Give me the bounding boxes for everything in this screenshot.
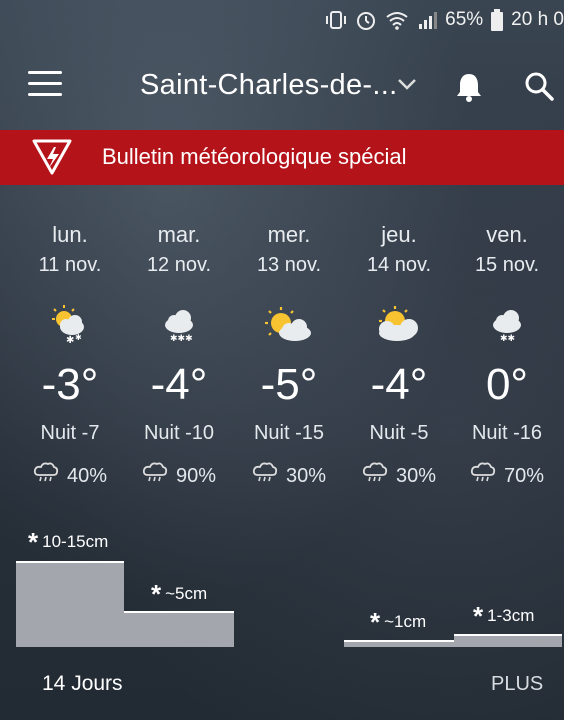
- snow-amount-text: 10-15cm: [42, 532, 109, 551]
- precipitation: 70%: [452, 462, 562, 490]
- night-temperature: Nuit -7: [40, 422, 100, 444]
- rain-cloud-icon: [252, 462, 278, 490]
- wifi-icon: [385, 10, 409, 30]
- svg-text:✱: ✱: [75, 333, 82, 342]
- cloud-snow-icon: ✱✱✱: [124, 290, 234, 360]
- precipitation-probability: 90%: [175, 464, 217, 487]
- sun-cloud-icon: [344, 290, 454, 360]
- day-date: 15 nov.: [474, 254, 540, 276]
- app-bar: Saint-Charles-de-...: [0, 55, 564, 117]
- day-temperature: -4°: [370, 360, 428, 409]
- snowflake-icon: *: [473, 601, 484, 631]
- precipitation: 90%: [124, 462, 234, 490]
- snow-amount-text: ~5cm: [165, 584, 208, 603]
- precipitation-probability: 40%: [66, 464, 108, 487]
- snow-amount-label: * ~5cm: [151, 579, 208, 609]
- day-date: 11 nov.: [38, 254, 102, 276]
- rain-cloud-icon: [33, 462, 59, 490]
- day-temperature: -4°: [150, 360, 208, 409]
- search-icon[interactable]: [524, 71, 554, 106]
- day-column[interactable]: lun. 11 nov. ✱ ✱ -3° Nuit -7 40%: [15, 222, 125, 490]
- day-column[interactable]: mer. 13 nov. -5° Nuit -15 30%: [234, 222, 344, 490]
- precipitation: 40%: [15, 462, 125, 490]
- vibrate-icon: [325, 9, 347, 31]
- snowflake-icon: *: [151, 579, 162, 609]
- precipitation: 30%: [234, 462, 344, 490]
- snow-bar: [454, 635, 562, 647]
- svg-text:✱✱: ✱✱: [500, 333, 515, 343]
- signal-icon: [417, 10, 438, 30]
- day-temperature: 0°: [485, 360, 529, 409]
- precipitation-probability: 70%: [503, 464, 545, 487]
- night-temperature: Nuit -10: [143, 422, 215, 444]
- day-temperature: -5°: [260, 360, 318, 409]
- warning-shield-icon: [30, 137, 74, 182]
- day-date: 14 nov.: [366, 254, 432, 276]
- snow-bar: [16, 562, 124, 647]
- day-name: lun.: [52, 222, 88, 247]
- snow-bar: [124, 612, 234, 647]
- snow-amount-text: ~1cm: [384, 612, 427, 631]
- precipitation-probability: 30%: [285, 464, 327, 487]
- day-column[interactable]: jeu. 14 nov. -4° Nuit -5 30%: [344, 222, 454, 490]
- menu-button[interactable]: [28, 71, 62, 99]
- bell-icon[interactable]: [454, 71, 484, 108]
- alert-text: Bulletin météorologique spécial: [102, 144, 407, 169]
- more-link[interactable]: PLUS: [491, 673, 543, 696]
- status-bar: 65% 20 h 0: [0, 0, 564, 40]
- precipitation-probability: 30%: [395, 464, 437, 487]
- rain-cloud-icon: [362, 462, 388, 490]
- snow-accumulation-graph: * 10-15cm * ~5cm * ~1cm * 1-3cm: [0, 520, 564, 660]
- night-temperature: Nuit -5: [369, 422, 429, 444]
- battery-percent: 65%: [445, 9, 484, 30]
- day-name: jeu.: [381, 222, 417, 247]
- alarm-icon: [355, 9, 377, 31]
- snowflake-icon: *: [370, 607, 381, 637]
- day-name: ven.: [486, 222, 528, 247]
- night-temperature: Nuit -16: [471, 422, 543, 444]
- chevron-down-icon[interactable]: [396, 77, 418, 96]
- snow-amount-label: * ~1cm: [370, 607, 427, 637]
- sun-cloud-icon: [234, 290, 344, 360]
- day-name: mer.: [267, 222, 311, 247]
- day-date: 12 nov.: [146, 254, 212, 276]
- location-title[interactable]: Saint-Charles-de-...: [140, 69, 397, 102]
- fourteen-days-link[interactable]: 14 Jours: [42, 672, 123, 696]
- svg-text:✱: ✱: [66, 335, 74, 346]
- special-weather-alert-banner[interactable]: Bulletin météorologique spécial: [0, 130, 564, 185]
- clock: 20 h 0: [511, 9, 564, 30]
- night-temperature: Nuit -15: [253, 422, 325, 444]
- snow-amount-label: * 1-3cm: [473, 601, 535, 631]
- day-column[interactable]: ven. 15 nov. ✱✱ 0° Nuit -16 70%: [452, 222, 562, 490]
- precipitation: 30%: [344, 462, 454, 490]
- day-column[interactable]: mar. 12 nov. ✱✱✱ -4° Nuit -10 90%: [124, 222, 234, 490]
- rain-cloud-icon: [470, 462, 496, 490]
- snowflake-icon: *: [28, 527, 39, 557]
- day-temperature: -3°: [41, 360, 99, 409]
- battery-icon: [491, 9, 504, 31]
- day-date: 13 nov.: [256, 254, 322, 276]
- day-name: mar.: [157, 222, 201, 247]
- sun-cloud-snow-icon: ✱ ✱: [15, 290, 125, 360]
- snow-amount-text: 1-3cm: [487, 606, 535, 625]
- snow-amount-label: * 10-15cm: [28, 527, 109, 557]
- cloud-snow-icon: ✱✱: [452, 290, 562, 360]
- rain-cloud-icon: [142, 462, 168, 490]
- svg-text:✱✱✱: ✱✱✱: [170, 333, 193, 343]
